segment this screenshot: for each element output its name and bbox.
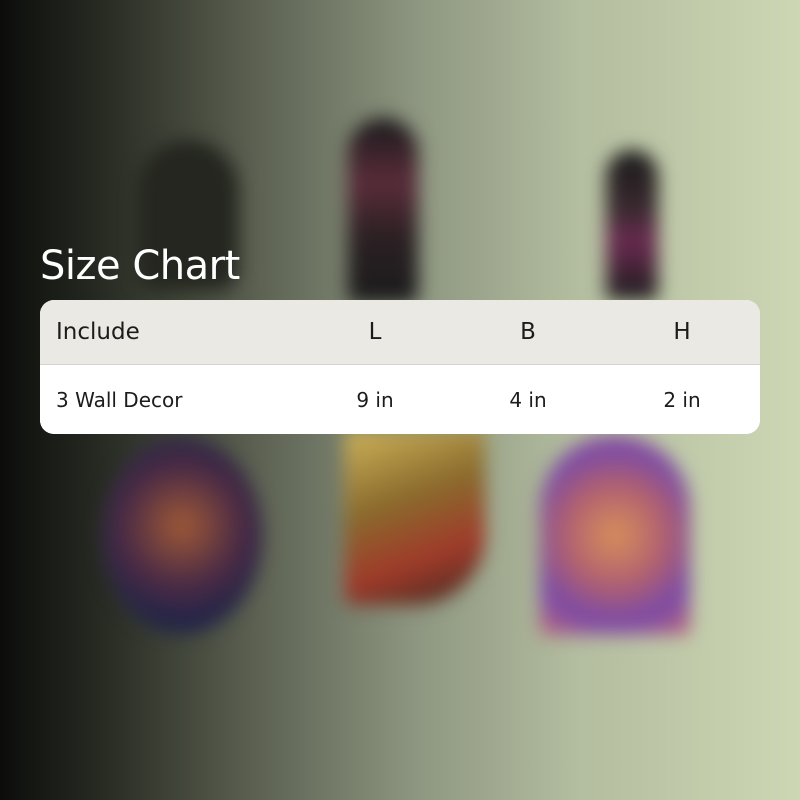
size-chart-table: Include L B H 3 Wall Decor 9 in 4 in 2 i… bbox=[40, 300, 760, 434]
header-include: Include bbox=[56, 319, 140, 345]
header-breadth: B bbox=[520, 319, 536, 345]
decor-piece-3-top bbox=[606, 150, 658, 300]
decor-piece-1-bottom bbox=[102, 438, 262, 633]
header-length: L bbox=[368, 319, 382, 345]
table-header-row: Include L B H bbox=[40, 300, 760, 365]
decor-piece-2-top bbox=[348, 118, 418, 303]
cell-length: 9 in bbox=[356, 387, 394, 412]
header-height: H bbox=[673, 319, 691, 345]
cell-height: 2 in bbox=[663, 387, 701, 412]
page-title: Size Chart bbox=[40, 243, 240, 289]
cell-include: 3 Wall Decor bbox=[56, 387, 183, 412]
cell-breadth: 4 in bbox=[509, 387, 547, 412]
decor-piece-2-bottom bbox=[345, 430, 485, 605]
table-row: 3 Wall Decor 9 in 4 in 2 in bbox=[40, 365, 760, 434]
decor-piece-3-bottom bbox=[540, 435, 690, 635]
